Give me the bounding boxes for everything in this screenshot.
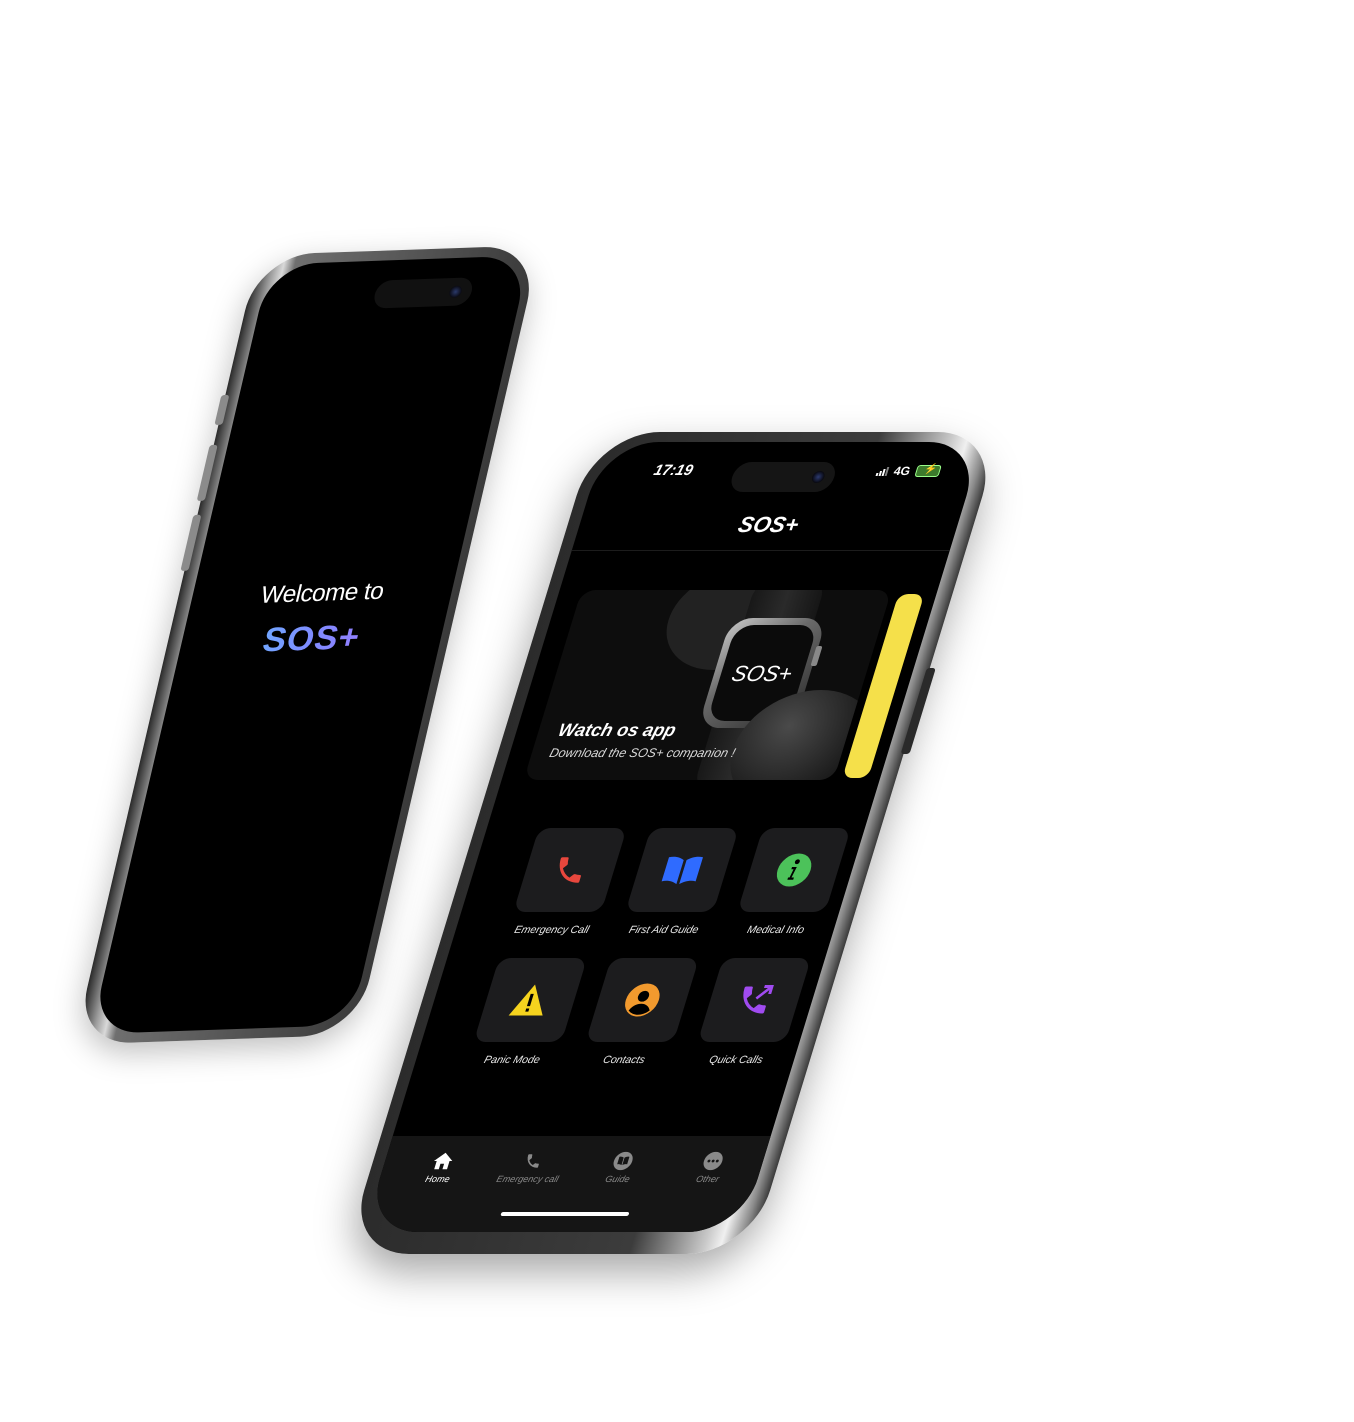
house-icon bbox=[433, 1152, 453, 1170]
app-title: SOS+ bbox=[735, 512, 803, 537]
tab-label: Home bbox=[424, 1174, 452, 1184]
tile-box bbox=[737, 828, 851, 912]
camera-icon bbox=[810, 471, 827, 483]
first-aid-guide-tile[interactable]: First Aid Guide bbox=[614, 828, 743, 936]
tile-label: Panic Mode bbox=[482, 1054, 542, 1066]
dynamic-island bbox=[727, 462, 839, 492]
book-icon bbox=[661, 856, 703, 885]
dynamic-island bbox=[371, 277, 475, 309]
book-icon bbox=[613, 1151, 633, 1171]
watch-app-banner[interactable]: SOS+ Watch os app Download the SOS+ comp… bbox=[523, 590, 892, 780]
quick-calls-tile[interactable]: Quick Calls bbox=[686, 958, 815, 1066]
tile-box bbox=[697, 958, 812, 1042]
panic-mode-tile[interactable]: Panic Mode bbox=[462, 958, 591, 1066]
phone-icon bbox=[559, 857, 581, 883]
warning-icon bbox=[508, 984, 543, 1016]
emergency-call-tile[interactable]: Emergency Call bbox=[502, 828, 631, 936]
tile-label: Medical Info bbox=[745, 924, 806, 936]
banner-subtitle: Download the SOS+ companion ! bbox=[547, 746, 738, 760]
tile-box bbox=[473, 958, 588, 1042]
status-bar: 17:19 4G ⚡ bbox=[591, 456, 978, 492]
tile-label: Contacts bbox=[601, 1054, 647, 1066]
signal-icon bbox=[875, 466, 890, 476]
camera-icon bbox=[448, 285, 464, 298]
divider bbox=[571, 550, 950, 551]
tab-emergency-call[interactable]: Emergency call bbox=[486, 1148, 577, 1184]
contacts-tile[interactable]: Contacts bbox=[574, 958, 703, 1066]
tile-box bbox=[585, 958, 700, 1042]
tab-bar: Home Emergency call Guide Other bbox=[363, 1136, 771, 1232]
banner-title: Watch os app bbox=[555, 720, 679, 740]
info-icon bbox=[776, 853, 812, 887]
home-indicator[interactable] bbox=[500, 1212, 630, 1216]
tab-home[interactable]: Home bbox=[396, 1148, 487, 1184]
tab-other[interactable]: Other bbox=[666, 1148, 757, 1184]
battery-charging-icon: ⚡ bbox=[914, 464, 942, 477]
ellipsis-icon bbox=[703, 1151, 723, 1171]
tile-box bbox=[513, 828, 627, 912]
outgoing-call-icon bbox=[743, 985, 774, 1014]
tab-label: Other bbox=[694, 1174, 721, 1184]
tile-label: First Aid Guide bbox=[627, 924, 701, 936]
tab-guide[interactable]: Guide bbox=[576, 1148, 667, 1184]
tile-label: Quick Calls bbox=[707, 1054, 765, 1066]
tile-label: Emergency Call bbox=[512, 924, 591, 936]
tile-box bbox=[625, 828, 739, 912]
status-time: 17:19 bbox=[651, 462, 696, 479]
medical-info-tile[interactable]: Medical Info bbox=[726, 828, 855, 936]
phone-icon bbox=[527, 1154, 539, 1168]
mockup-scene: Welcome to SOS+ 17:19 4G ⚡ SOS+ SOS+ Wat… bbox=[0, 0, 1354, 1422]
status-indicators: 4G ⚡ bbox=[875, 464, 942, 478]
person-icon bbox=[625, 983, 660, 1017]
brand-logo-text: SOS+ bbox=[177, 615, 446, 663]
tab-label: Guide bbox=[604, 1174, 632, 1184]
watch-label: SOS+ bbox=[728, 661, 796, 686]
welcome-text: Welcome to bbox=[257, 577, 387, 609]
tab-label: Emergency call bbox=[495, 1174, 560, 1184]
network-label: 4G bbox=[891, 464, 913, 478]
